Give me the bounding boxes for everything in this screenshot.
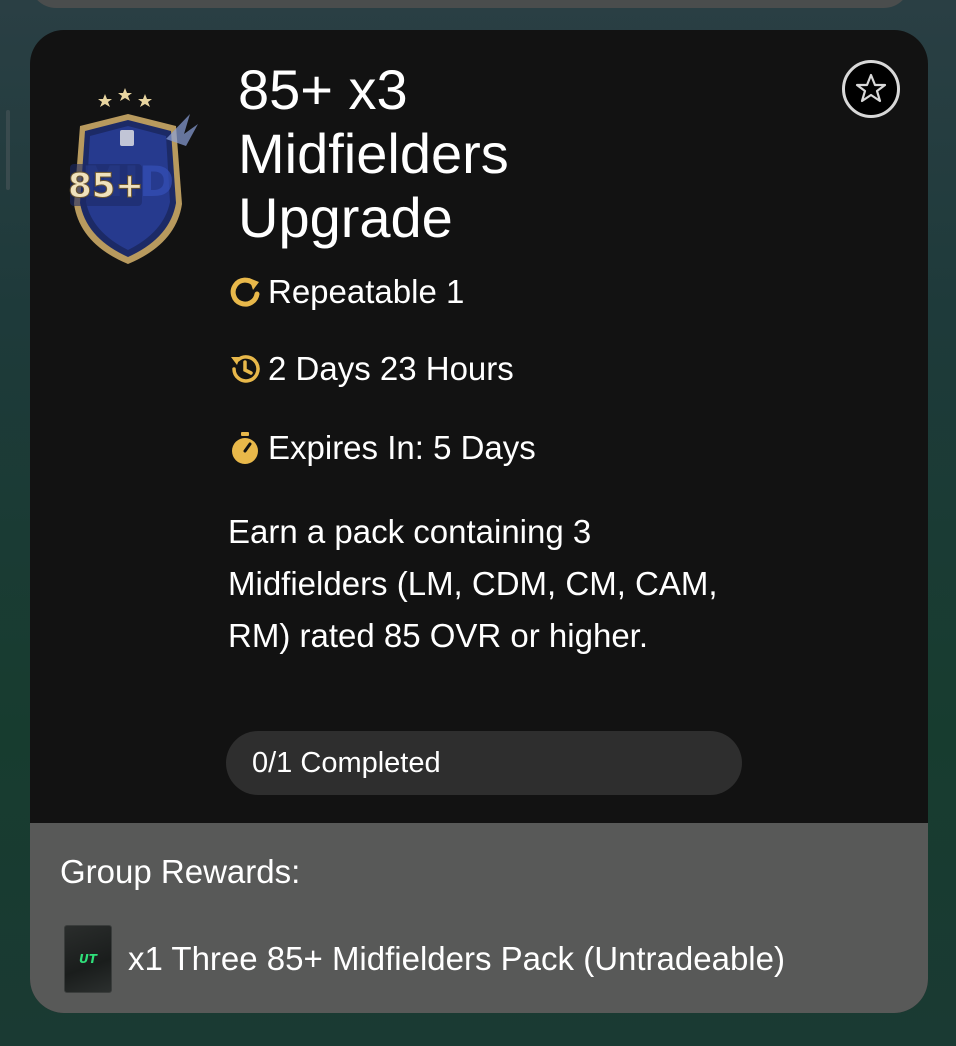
objective-badge-icon: MID 85+ [58,84,198,274]
objective-card[interactable]: MID 85+ 85+ x3 Midfielders Upgrade Repea… [30,30,928,1013]
title-line-1: 85+ x3 [238,58,408,121]
reward-item[interactable]: UT x1 Three 85+ Midfielders Pack (Untrad… [64,925,785,993]
star-outline-icon [855,73,887,103]
repeat-icon [226,273,264,311]
pack-logo-text: UT [79,952,97,966]
title-line-3: Upgrade [238,186,453,249]
scroll-handle[interactable] [6,110,10,190]
reward-item-text: x1 Three 85+ Midfielders Pack (Untradeab… [128,940,785,977]
objective-description: Earn a pack containing 3 Midfielders (LM… [228,513,718,654]
stopwatch-icon [226,429,264,467]
favorite-star-button[interactable] [842,60,900,118]
progress-text: 0/1 Completed [252,747,441,779]
pack-icon: UT [64,925,112,993]
svg-text:85+: 85+ [68,166,144,206]
group-rewards-label: Group Rewards: [60,853,301,890]
time-remaining-text: 2 Days 23 Hours [268,350,514,387]
time-remaining-row: 2 Days 23 Hours [226,350,514,388]
expires-row: Expires In: 5 Days [226,429,536,467]
progress-bar: 0/1 Completed [226,731,742,795]
title-line-2: Midfielders [238,122,509,185]
repeatable-row: Repeatable 1 [226,273,464,311]
expires-text: Expires In: 5 Days [268,429,536,466]
previous-objective-card[interactable] [30,0,910,8]
group-rewards-panel: Group Rewards: UT x1 Three 85+ Midfielde… [30,823,928,1013]
objective-title: 85+ x3 Midfielders Upgrade [238,58,798,250]
history-clock-icon [226,350,264,388]
repeatable-text: Repeatable 1 [268,273,465,310]
